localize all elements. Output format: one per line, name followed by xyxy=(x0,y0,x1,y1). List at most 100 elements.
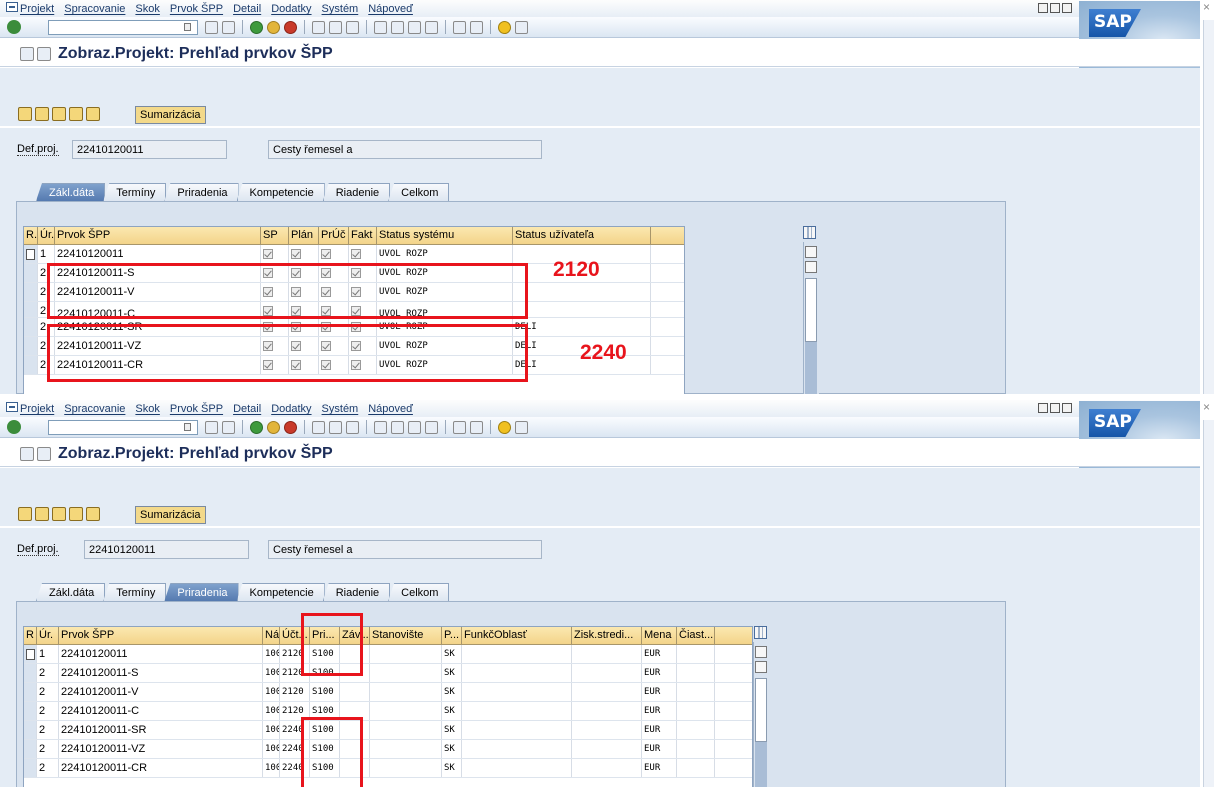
menu-skok[interactable]: Skok xyxy=(135,403,159,415)
find-icon[interactable] xyxy=(329,420,342,434)
close-icon[interactable] xyxy=(1062,3,1072,13)
command-field[interactable] xyxy=(48,420,198,435)
document-icon[interactable] xyxy=(37,447,51,461)
cell-wbs[interactable]: 22410120011 xyxy=(55,245,261,263)
scroll-up-icon[interactable] xyxy=(805,246,817,258)
table-row[interactable]: 2 22410120011-C UVOL ROZP xyxy=(24,302,684,318)
col-ciastka[interactable]: Čiast... xyxy=(677,627,715,644)
scroll-track[interactable] xyxy=(805,342,817,394)
layout-menu-icon[interactable] xyxy=(515,420,528,434)
vertical-scrollbar[interactable] xyxy=(753,642,769,787)
scroll-down-icon[interactable] xyxy=(805,261,817,273)
scroll-thumb[interactable] xyxy=(755,678,767,742)
cell-wbs[interactable]: 22410120011 xyxy=(59,645,263,663)
exit-icon[interactable] xyxy=(267,420,280,434)
back-icon[interactable] xyxy=(250,20,263,34)
row-selector[interactable] xyxy=(24,245,38,263)
tab-terminy[interactable]: Termíny xyxy=(103,583,167,601)
col-level[interactable]: Úr. xyxy=(37,627,59,644)
document-icon[interactable] xyxy=(37,47,51,61)
col-r[interactable]: R xyxy=(24,627,37,644)
cell-wbs[interactable]: 22410120011-S xyxy=(55,264,261,282)
menu-detail[interactable]: Detail xyxy=(233,403,261,415)
table-row[interactable]: 2 22410120011-SR UVOL ROZP DELI xyxy=(24,318,684,337)
menu-dodatky[interactable]: Dodatky xyxy=(271,3,311,15)
tab-zakl-data[interactable]: Zákl.dáta xyxy=(36,183,106,201)
find-next-icon[interactable] xyxy=(346,420,359,434)
row-selector[interactable] xyxy=(24,664,37,682)
maximize-icon[interactable] xyxy=(1050,403,1060,413)
row-selector[interactable] xyxy=(24,302,38,317)
row-selector[interactable] xyxy=(24,283,38,301)
scroll-track[interactable] xyxy=(755,742,767,787)
row-selector[interactable] xyxy=(24,721,37,739)
switch-icon[interactable] xyxy=(20,447,34,461)
cell-wbs[interactable]: 22410120011-C xyxy=(59,702,263,720)
new-session-icon[interactable] xyxy=(453,420,466,434)
layout-menu-icon[interactable] xyxy=(515,20,528,34)
tab-zakl-data[interactable]: Zákl.dáta xyxy=(36,583,106,601)
col-funkc-oblast[interactable]: FunkčOblasť xyxy=(462,627,572,644)
command-field[interactable] xyxy=(48,20,198,35)
col-level[interactable]: Úr.. xyxy=(38,227,55,244)
col-fakt[interactable]: Fakt xyxy=(349,227,377,244)
tab-celkom[interactable]: Celkom xyxy=(388,183,450,201)
col-user-status[interactable]: Status užívateľa xyxy=(513,227,651,244)
summary-button[interactable]: Sumarizácia xyxy=(135,106,206,124)
tab-celkom[interactable]: Celkom xyxy=(388,583,450,601)
back-arrow-icon[interactable] xyxy=(205,420,218,434)
cancel-icon[interactable] xyxy=(284,20,297,34)
col-wbs[interactable]: Prvok ŠPP xyxy=(55,227,261,244)
table-row[interactable]: 2 22410120011-V UVOL ROZP xyxy=(24,283,684,302)
menu-spracovanie[interactable]: Spracovanie xyxy=(64,403,125,415)
menu-projekt[interactable]: Projekt xyxy=(20,403,54,415)
detail-icon[interactable] xyxy=(86,107,100,121)
help-icon[interactable] xyxy=(498,20,511,34)
shortcut-icon[interactable] xyxy=(470,20,483,34)
close-x-icon[interactable]: × xyxy=(1203,0,1210,14)
table-row[interactable]: 2 22410120011-VZ 1000 2240 S100 SK EUR xyxy=(24,740,752,759)
last-page-icon[interactable] xyxy=(425,20,438,34)
last-page-icon[interactable] xyxy=(425,420,438,434)
system-menu-icon[interactable] xyxy=(6,402,18,412)
scroll-down-icon[interactable] xyxy=(755,661,767,673)
def-proj-value[interactable]: 22410120011 xyxy=(72,140,227,159)
detail-icon[interactable] xyxy=(86,507,100,521)
next-page-icon[interactable] xyxy=(408,420,421,434)
new-session-icon[interactable] xyxy=(453,20,466,34)
menu-prvok-spp[interactable]: Prvok ŠPP xyxy=(170,3,223,15)
print-icon[interactable] xyxy=(312,420,325,434)
menu-spracovanie[interactable]: Spracovanie xyxy=(64,3,125,15)
row-selector[interactable] xyxy=(24,740,37,758)
table-row[interactable]: 2 22410120011-SR 1000 2240 S100 SK EUR xyxy=(24,721,752,740)
menu-skok[interactable]: Skok xyxy=(135,3,159,15)
col-pruc[interactable]: PrÚč xyxy=(319,227,349,244)
row-selector[interactable] xyxy=(24,337,38,355)
menu-napoved[interactable]: Nápoveď xyxy=(368,403,413,415)
cell-wbs[interactable]: 22410120011-CR xyxy=(59,759,263,777)
close-x-icon[interactable]: × xyxy=(1203,400,1210,414)
switch-icon[interactable] xyxy=(20,47,34,61)
filter-icon[interactable] xyxy=(52,107,66,121)
save-icon[interactable] xyxy=(222,420,235,434)
col-zisk-stredisko[interactable]: Zisk.stredi... xyxy=(572,627,642,644)
menu-dodatky[interactable]: Dodatky xyxy=(271,403,311,415)
col-uct[interactable]: Účt... xyxy=(280,627,310,644)
find-next-icon[interactable] xyxy=(346,20,359,34)
def-proj-value[interactable]: 22410120011 xyxy=(84,540,249,559)
save-icon[interactable] xyxy=(222,20,235,34)
table-row[interactable]: 1 22410120011 1000 2120 S100 SK EUR xyxy=(24,645,752,664)
collapse-icon[interactable] xyxy=(35,107,49,121)
table-row[interactable]: 2 22410120011-V 1000 2120 S100 SK EUR xyxy=(24,683,752,702)
sort-icon[interactable] xyxy=(69,507,83,521)
sort-icon[interactable] xyxy=(69,107,83,121)
col-pri[interactable]: Pri... xyxy=(310,627,340,644)
vertical-scrollbar[interactable] xyxy=(803,242,819,394)
row-selector[interactable] xyxy=(24,318,38,336)
next-page-icon[interactable] xyxy=(408,20,421,34)
cell-wbs[interactable]: 22410120011-SR xyxy=(55,318,261,336)
tab-terminy[interactable]: Termíny xyxy=(103,183,167,201)
close-icon[interactable] xyxy=(1062,403,1072,413)
collapse-icon[interactable] xyxy=(35,507,49,521)
back-icon[interactable] xyxy=(250,420,263,434)
